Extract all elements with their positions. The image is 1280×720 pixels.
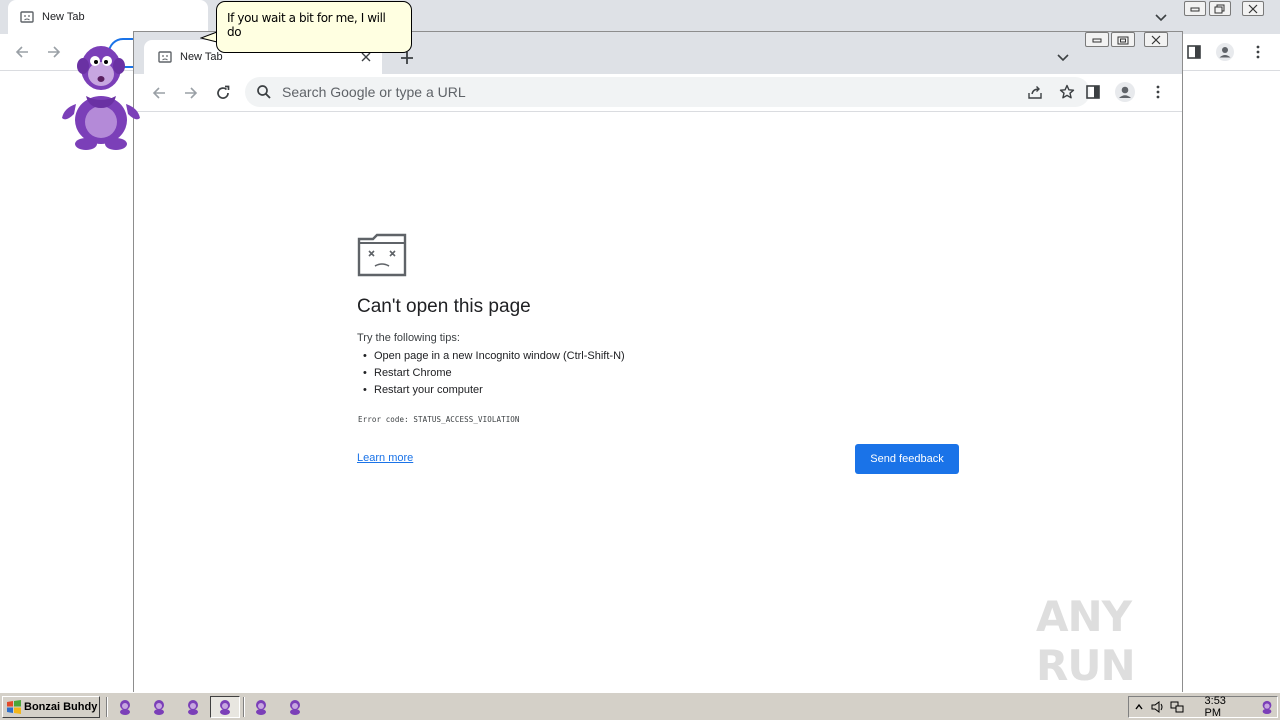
foreground-browser-window: New Tab Search Google or type a URL Can'…: [133, 31, 1183, 692]
bonzi-icon: [120, 700, 130, 715]
start-label: Bonzai Buhdy: [24, 701, 98, 713]
bonzi-icon: [256, 700, 266, 715]
bonzi-icon: [154, 700, 164, 715]
close-window-button[interactable]: [1144, 32, 1168, 47]
speaker-icon: [1151, 701, 1163, 713]
list-item: • Restart Chrome: [363, 365, 625, 382]
taskbar-separator: [243, 697, 245, 717]
back-button[interactable]: [147, 81, 171, 105]
kebab-menu-icon: [1256, 45, 1260, 59]
anyrun-watermark: ANY RUN: [1036, 592, 1236, 690]
quick-launch-item[interactable]: [110, 696, 140, 718]
plus-icon: [401, 52, 413, 64]
arrow-left-icon: [152, 87, 165, 99]
tip-text: Open page in a new Incognito window (Ctr…: [374, 350, 625, 362]
learn-more-link[interactable]: Learn more: [357, 452, 413, 464]
avatar-icon: [1216, 43, 1234, 61]
profile-button[interactable]: [1215, 42, 1235, 62]
tip-text: Restart your computer: [374, 384, 483, 396]
search-icon: [257, 85, 271, 99]
forward-button[interactable]: [179, 81, 203, 105]
minimize-icon: [1190, 7, 1200, 11]
clock[interactable]: 3:53 PM: [1205, 695, 1244, 719]
menu-button[interactable]: [1147, 81, 1169, 103]
balloon-text: If you wait a bit for me, I will do: [227, 11, 386, 39]
tips-label: Try the following tips:: [357, 332, 460, 344]
taskbar: Bonzai Buhdy 3:53 PM: [0, 692, 1280, 720]
taskbar-separator: [106, 697, 108, 717]
minimize-icon: [1092, 38, 1102, 42]
close-window-button[interactable]: [1242, 1, 1264, 16]
star-icon: [1059, 84, 1075, 99]
tips-list: • Open page in a new Incognito window (Ct…: [363, 348, 625, 399]
speech-balloon: If you wait a bit for me, I will do: [216, 1, 412, 53]
restore-button[interactable]: [1209, 1, 1231, 16]
restore-button[interactable]: [1111, 32, 1135, 47]
quick-launch-item[interactable]: [280, 696, 310, 718]
reload-icon: [217, 85, 230, 99]
network-icon: [1170, 701, 1184, 713]
bonzi-buddy-character[interactable]: [58, 38, 144, 154]
omnibox[interactable]: Search Google or type a URL: [245, 77, 1090, 107]
back-button[interactable]: [12, 42, 32, 62]
send-feedback-button[interactable]: Send feedback: [855, 444, 959, 474]
quick-launch-item[interactable]: [246, 696, 276, 718]
avatar-icon: [1115, 82, 1135, 102]
sad-page-icon: [158, 51, 172, 63]
tip-text: Restart Chrome: [374, 367, 452, 379]
bookmark-star-button[interactable]: [1058, 83, 1076, 101]
background-tab[interactable]: New Tab: [8, 0, 208, 34]
arrow-left-icon: [15, 46, 28, 58]
bonzi-icon: [290, 700, 300, 715]
bonzi-icon: [220, 700, 230, 715]
bonzi-icon: [188, 700, 198, 715]
watermark-text: ANY RUN: [1036, 592, 1136, 690]
bonzi-tray-icon[interactable]: [1258, 698, 1277, 716]
chevron-up-icon: [1135, 703, 1143, 710]
restore-icon: [1214, 4, 1225, 13]
close-icon: [1248, 4, 1258, 13]
arrow-right-icon: [185, 87, 198, 99]
start-button[interactable]: Bonzai Buhdy: [2, 696, 100, 718]
sad-page-icon: [20, 11, 34, 23]
tab-search-chevron-icon[interactable]: [1152, 8, 1170, 26]
list-item: • Restart your computer: [363, 382, 625, 399]
error-title: Can't open this page: [357, 296, 531, 317]
network-button[interactable]: [1167, 698, 1186, 716]
tray-expand-button[interactable]: [1129, 698, 1148, 716]
close-icon: [361, 52, 371, 62]
crashed-folder-icon: [357, 233, 407, 277]
minimize-button[interactable]: [1184, 1, 1206, 16]
share-icon: [1028, 86, 1042, 99]
volume-button[interactable]: [1148, 698, 1167, 716]
restore-icon: [1117, 36, 1129, 44]
quick-launch-item[interactable]: [178, 696, 208, 718]
background-tab-title: New Tab: [42, 11, 85, 23]
side-panel-icon: [1086, 85, 1100, 99]
error-code: Error code: STATUS_ACCESS_VIOLATION: [358, 415, 520, 424]
quick-launch-item-active[interactable]: [210, 696, 240, 718]
profile-button[interactable]: [1114, 81, 1136, 103]
side-panel-button[interactable]: [1082, 81, 1104, 103]
side-panel-icon: [1187, 45, 1201, 59]
system-tray: 3:53 PM: [1128, 695, 1278, 719]
list-item: • Open page in a new Incognito window (Ct…: [363, 348, 625, 365]
bonzi-icon: [1263, 700, 1272, 714]
windows-logo-icon: [7, 700, 21, 714]
menu-button[interactable]: [1248, 42, 1268, 62]
close-icon: [1151, 35, 1161, 44]
quick-launch-item[interactable]: [144, 696, 174, 718]
side-panel-button[interactable]: [1184, 42, 1204, 62]
share-button[interactable]: [1026, 83, 1044, 101]
tab-search-chevron-icon[interactable]: [1054, 48, 1072, 66]
minimize-button[interactable]: [1085, 32, 1109, 47]
omnibox-placeholder[interactable]: Search Google or type a URL: [282, 84, 1026, 100]
reload-button[interactable]: [211, 81, 235, 105]
kebab-menu-icon: [1156, 85, 1160, 99]
